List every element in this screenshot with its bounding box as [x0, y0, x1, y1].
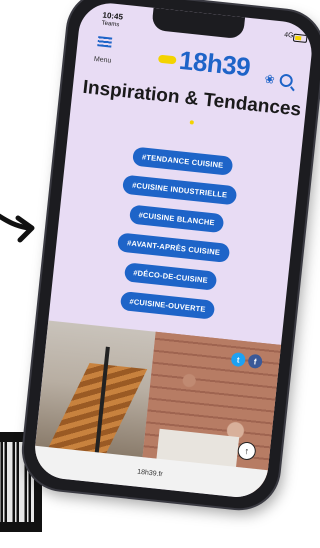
logo-dash [157, 54, 177, 64]
logo-text: 18h39 [177, 44, 252, 83]
phone-screen: 10:45 Teams 4G Menu 18h39 ❀ Inspiration … [32, 0, 315, 501]
site-logo[interactable]: 18h39 [157, 43, 252, 83]
pointer-arrow-icon [0, 213, 35, 243]
tag-button[interactable]: #DÉCO-DE-CUISINE [123, 262, 218, 291]
tag-button[interactable]: #TENDANCE CUISINE [132, 146, 234, 176]
tag-button[interactable]: #CUISINE BLANCHE [128, 204, 225, 234]
status-carrier: Teams [101, 20, 120, 29]
url-text: 18h39.fr [136, 468, 164, 478]
phone-mockup: 10:45 Teams 4G Menu 18h39 ❀ Inspiration … [13, 0, 320, 548]
tag-button[interactable]: #AVANT-APRÈS CUISINE [117, 232, 230, 263]
search-icon[interactable] [279, 73, 294, 88]
phone-notch [151, 7, 246, 40]
tag-list: #TENDANCE CUISINE #CUISINE INDUSTRIELLE … [49, 139, 300, 337]
brain-icon[interactable]: ❀ [264, 72, 275, 87]
phone-frame: 10:45 Teams 4G Menu 18h39 ❀ Inspiration … [19, 0, 320, 513]
battery-icon [292, 33, 308, 43]
menu-label: Menu [93, 55, 112, 65]
tag-button[interactable]: #CUISINE-OUVERTE [119, 290, 216, 320]
tag-button[interactable]: #CUISINE INDUSTRIELLE [122, 174, 238, 206]
hamburger-icon [97, 36, 112, 48]
menu-button[interactable]: Menu [93, 36, 114, 68]
title-dot [189, 120, 195, 125]
